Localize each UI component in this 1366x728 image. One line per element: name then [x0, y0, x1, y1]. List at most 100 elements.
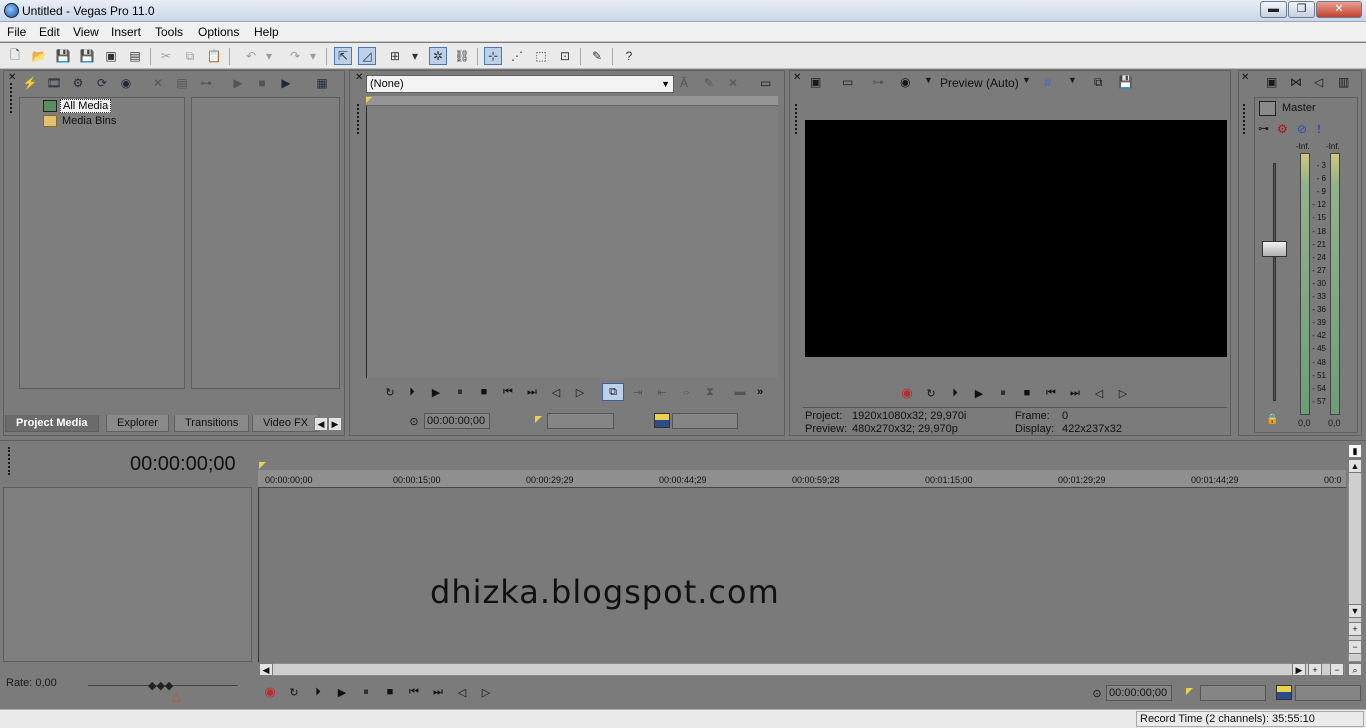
- views-icon[interactable]: ▦: [314, 75, 330, 91]
- media-plugins-icon[interactable]: ⊶: [198, 75, 214, 91]
- cut-icon[interactable]: ✂: [157, 47, 175, 65]
- minimize-button[interactable]: ▬: [1260, 1, 1287, 18]
- undo-icon[interactable]: ↶: [242, 47, 260, 65]
- selection-edit-tool-icon[interactable]: ⊞: [386, 47, 404, 65]
- refresh-icon[interactable]: ⟳: [94, 75, 110, 91]
- preview-go-end-icon[interactable]: ⏭: [1067, 385, 1083, 401]
- trimmer-in-point[interactable]: [547, 413, 614, 429]
- stop-media-icon[interactable]: ■: [254, 75, 270, 91]
- new-project-icon[interactable]: 🗋: [6, 47, 24, 65]
- trimmer-overwrite-icon[interactable]: ⧉: [602, 383, 624, 401]
- trimmer-loop-icon[interactable]: ↻: [382, 384, 398, 400]
- selection-length[interactable]: [1295, 685, 1361, 701]
- rate-slider-thumb[interactable]: ◆◆◆: [148, 679, 173, 692]
- zoom-tool-small-icon[interactable]: ⌕: [1348, 663, 1362, 676]
- properties-icon[interactable]: ▤: [126, 47, 144, 65]
- cursor-position[interactable]: 00:00:00;00: [1106, 685, 1172, 701]
- tab-project-media[interactable]: Project Media: [5, 415, 99, 432]
- bus-fx-icon[interactable]: ⊶: [1258, 122, 1269, 135]
- tab-video-fx[interactable]: Video FX: [252, 415, 320, 432]
- timeline-next-frame-icon[interactable]: ▷: [478, 684, 494, 700]
- scroll-up-icon[interactable]: ▲: [1348, 459, 1362, 473]
- timeline-play-from-start-icon[interactable]: ⏵: [310, 684, 326, 700]
- mute-icon[interactable]: ⊘: [1297, 122, 1307, 136]
- menu-file[interactable]: File: [7, 25, 26, 39]
- normal-edit-tool-icon[interactable]: ⇱: [334, 47, 352, 65]
- dim-output-icon[interactable]: ◁: [1314, 75, 1323, 89]
- trimmer-play-from-start-icon[interactable]: ⏵: [404, 384, 420, 400]
- lock-envelopes-icon[interactable]: ⛓: [453, 47, 471, 65]
- menu-tools[interactable]: Tools: [155, 25, 183, 39]
- downmix-icon[interactable]: ⋈: [1290, 75, 1302, 89]
- save-icon[interactable]: 💾: [54, 47, 72, 65]
- trimmer-text-icon[interactable]: Ā: [680, 76, 688, 90]
- lock-icon[interactable]: 🔒: [1266, 414, 1278, 425]
- media-list[interactable]: [191, 97, 340, 389]
- trimmer-go-end-icon[interactable]: ⏭: [524, 384, 540, 400]
- scroll-right-icon[interactable]: ▶: [1292, 663, 1306, 676]
- timeline-go-start-icon[interactable]: ⏮: [406, 684, 422, 700]
- save-as-icon[interactable]: 💾: [78, 47, 96, 65]
- tab-transitions[interactable]: Transitions: [174, 415, 250, 432]
- trimmer-go-start-icon[interactable]: ⏮: [500, 384, 516, 400]
- tree-all-media[interactable]: All Media: [60, 99, 112, 113]
- menu-view[interactable]: View: [73, 25, 99, 39]
- preview-quality[interactable]: Preview (Auto): [940, 76, 1019, 90]
- open-icon[interactable]: 📂: [30, 47, 48, 65]
- mixer-properties-icon[interactable]: ▣: [1266, 75, 1277, 89]
- menu-options[interactable]: Options: [198, 25, 239, 39]
- menu-help[interactable]: Help: [254, 25, 279, 39]
- trimmer-clear-icon[interactable]: ✕: [728, 76, 738, 90]
- close-mixer-icon[interactable]: ✕: [1241, 72, 1249, 83]
- fx-gear-icon[interactable]: ⚙: [1277, 122, 1288, 136]
- auto-preview-icon[interactable]: ▶: [278, 75, 294, 91]
- scroll-left-icon[interactable]: ◀: [259, 663, 273, 676]
- overlays-icon[interactable]: #: [1044, 75, 1051, 90]
- preview-loop-icon[interactable]: ↻: [923, 385, 939, 401]
- preview-pause-icon[interactable]: ⏸: [995, 385, 1011, 401]
- tab-scroll-right-icon[interactable]: ▶: [328, 417, 342, 431]
- capture-video-icon[interactable]: 🎞: [46, 75, 62, 91]
- zoom-out-vertical-icon[interactable]: −: [1348, 640, 1362, 654]
- timeline-prev-frame-icon[interactable]: ◁: [454, 684, 470, 700]
- tab-explorer[interactable]: Explorer: [106, 415, 169, 432]
- ignore-grouping-icon[interactable]: ⬚: [532, 47, 550, 65]
- timeline-play-icon[interactable]: ▶: [334, 684, 350, 700]
- tool-dropdown-icon[interactable]: ▾: [410, 47, 420, 65]
- trimmer-next-frame-icon[interactable]: ▷: [572, 384, 588, 400]
- maximize-button[interactable]: ❐: [1288, 1, 1315, 18]
- import-media-icon[interactable]: ⚡: [22, 75, 38, 91]
- split-screen-icon[interactable]: ◉: [900, 75, 910, 89]
- trimmer-timeline[interactable]: [366, 106, 778, 378]
- copy-icon[interactable]: ⧉: [181, 47, 199, 65]
- timeline-tracks[interactable]: [258, 488, 1346, 662]
- copy-snapshot-icon[interactable]: ⧉: [1094, 75, 1103, 90]
- master-fader[interactable]: [1262, 241, 1287, 257]
- tab-scroll-left-icon[interactable]: ◀: [314, 417, 328, 431]
- render-as-icon[interactable]: ▣: [102, 47, 120, 65]
- trimmer-fill-icon[interactable]: ⧗: [702, 384, 718, 400]
- zoom-tool-icon[interactable]: ⊡: [556, 47, 574, 65]
- paste-icon[interactable]: 📋: [205, 47, 223, 65]
- trimmer-track-icon[interactable]: ▬: [732, 384, 748, 400]
- tree-media-bins[interactable]: Media Bins: [62, 115, 116, 127]
- trimmer-play-icon[interactable]: ▶: [428, 384, 444, 400]
- horizontal-scrollbar[interactable]: [259, 663, 1345, 676]
- close-preview-icon[interactable]: ✕: [793, 72, 801, 83]
- save-snapshot-icon[interactable]: 💾: [1118, 75, 1133, 89]
- trimmer-pin-icon[interactable]: ✎: [704, 76, 714, 90]
- snapping-icon[interactable]: ⊹: [484, 47, 502, 65]
- trimmer-add-before-icon[interactable]: ⇤: [654, 384, 670, 400]
- redo-icon[interactable]: ↷: [286, 47, 304, 65]
- scroll-down-icon[interactable]: ▼: [1348, 604, 1362, 618]
- preview-play-icon[interactable]: ▶: [971, 385, 987, 401]
- undo-dropdown-icon[interactable]: ▾: [264, 47, 274, 65]
- timeline-go-end-icon[interactable]: ⏭: [430, 684, 446, 700]
- trimmer-ruler[interactable]: [366, 96, 778, 106]
- record-icon[interactable]: ◉: [899, 385, 915, 401]
- trimmer-clip-select[interactable]: (None) ▼: [366, 75, 674, 93]
- envelope-edit-tool-icon[interactable]: ◿: [358, 47, 376, 65]
- track-list[interactable]: [3, 487, 252, 662]
- close-trimmer-icon[interactable]: ✕: [355, 72, 363, 83]
- auto-ripple-icon[interactable]: ✲: [429, 47, 447, 65]
